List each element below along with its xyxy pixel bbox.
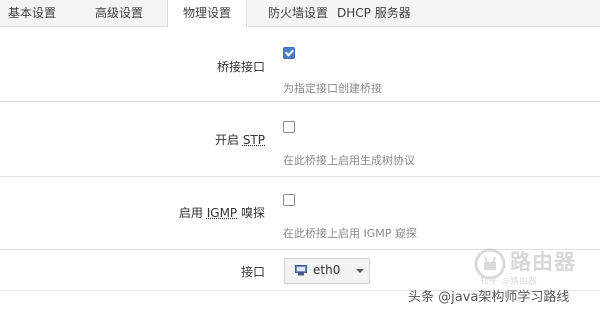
router-logo: 路由器 知乎 @路由器	[474, 244, 590, 287]
tab-bar: 基本设置 高级设置 物理设置 防火墙设置 DHCP 服务器	[0, 0, 600, 27]
igmp-label-suffix: 嗅探	[237, 206, 265, 220]
logo-title: 路由器	[510, 250, 576, 274]
tab-advanced-settings[interactable]: 高级设置	[95, 0, 143, 26]
stp-label: 开启 STP	[215, 131, 265, 148]
interface-label: 接口	[240, 265, 265, 279]
chevron-down-icon[interactable]	[356, 269, 364, 273]
setting-row-bridge: 桥接接口 为指定接口创建桥接	[0, 27, 600, 102]
bridge-label: 桥接接口	[216, 60, 265, 74]
tab-dhcp-server[interactable]: DHCP 服务器	[337, 0, 411, 26]
igmp-description: 在此桥接上启用 IGMP 窥探	[283, 227, 417, 240]
watermark-text: 头条 @java架构师学习路线	[408, 290, 570, 305]
stp-description: 在此桥接上启用生成树协议	[283, 154, 415, 167]
igmp-abbr: IGMP	[206, 206, 238, 220]
igmp-label-prefix: 启用	[178, 206, 207, 220]
stp-abbr: STP	[242, 133, 265, 147]
bridge-checkbox[interactable]	[283, 47, 295, 59]
igmp-label: 启用 IGMP 嗅探	[179, 204, 265, 221]
tab-basic-settings[interactable]: 基本设置	[8, 0, 56, 26]
igmp-checkbox[interactable]	[283, 194, 295, 206]
interface-select[interactable]: eth0	[284, 258, 370, 284]
setting-row-stp: 开启 STP 在此桥接上启用生成树协议	[0, 102, 600, 177]
bridge-description: 为指定接口创建桥接	[283, 82, 382, 95]
interface-select-value: eth0	[313, 263, 341, 277]
stp-checkbox[interactable]	[283, 121, 295, 133]
setting-row-igmp: 启用 IGMP 嗅探 在此桥接上启用 IGMP 窥探	[0, 177, 600, 250]
network-port-icon	[295, 265, 307, 276]
stp-label-prefix: 开启	[214, 133, 243, 147]
tab-physical-settings[interactable]: 物理设置	[167, 0, 247, 27]
tab-firewall-settings[interactable]: 防火墙设置	[268, 0, 328, 26]
